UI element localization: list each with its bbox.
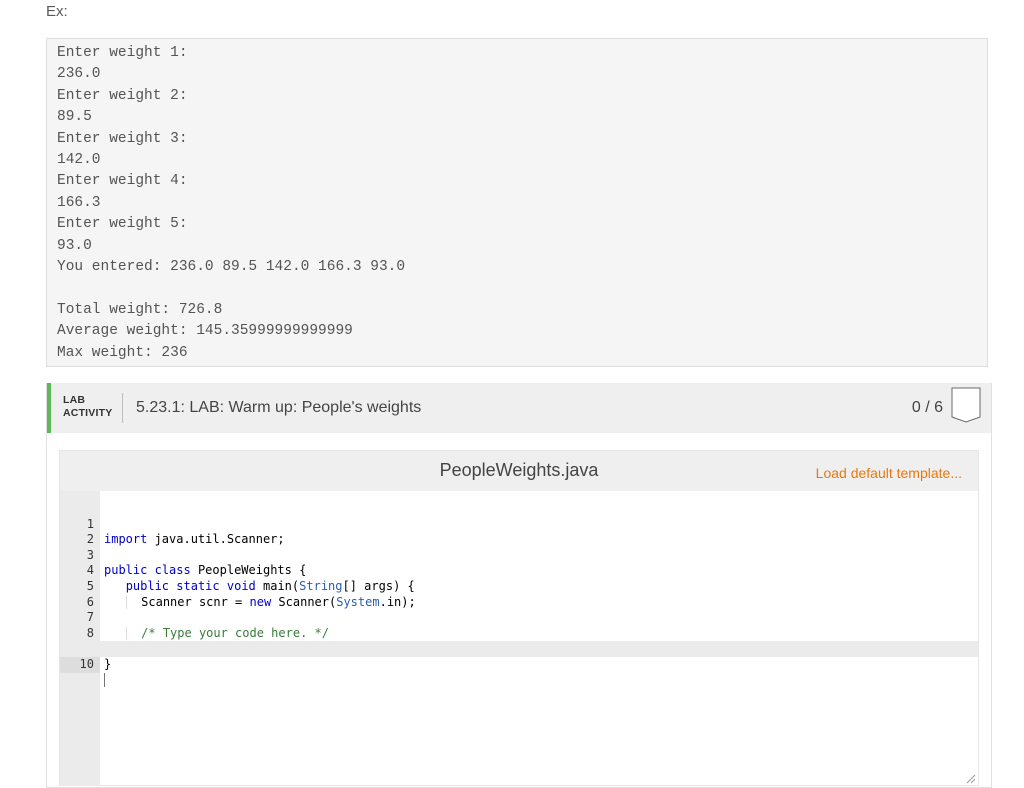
example-output-box: Enter weight 1: 236.0 Enter weight 2: 89… bbox=[46, 38, 988, 367]
score-badge-icon bbox=[951, 387, 981, 423]
lab-tag-line2: ACTIVITY bbox=[63, 407, 113, 419]
lab-activity-panel: LAB ACTIVITY 5.23.1: LAB: Warm up: Peopl… bbox=[46, 383, 992, 788]
lab-score: 0 / 6 bbox=[911, 399, 943, 416]
example-output-text: Enter weight 1: 236.0 Enter weight 2: 89… bbox=[57, 45, 406, 361]
code-line[interactable]: 5 Scanner scnr = new Scanner(System.in); bbox=[60, 563, 978, 609]
code-line[interactable]: 2 bbox=[60, 517, 978, 546]
code-line[interactable]: 3 public class PeopleWeights { bbox=[60, 532, 978, 578]
code-line[interactable]: 1 import java.util.Scanner; bbox=[60, 501, 978, 547]
editor-header: PeopleWeights.java Load default template… bbox=[60, 451, 978, 491]
header-divider bbox=[122, 393, 123, 423]
code-editor: PeopleWeights.java Load default template… bbox=[59, 450, 979, 786]
text-cursor bbox=[104, 673, 105, 688]
code-line-active[interactable]: 10 bbox=[60, 641, 978, 688]
lab-header: LAB ACTIVITY 5.23.1: LAB: Warm up: Peopl… bbox=[47, 383, 991, 433]
code-line[interactable]: 6 bbox=[60, 579, 978, 609]
code-line[interactable]: 9 } bbox=[60, 626, 978, 671]
code-lines[interactable]: 1 import java.util.Scanner; 2 3 public c… bbox=[60, 501, 978, 688]
lab-tag-line1: LAB bbox=[63, 394, 86, 406]
resize-grip-icon[interactable] bbox=[964, 772, 976, 784]
line-number: 10 bbox=[60, 656, 100, 673]
example-label: Ex: bbox=[46, 3, 68, 20]
load-default-template-link[interactable]: Load default template... bbox=[816, 465, 962, 481]
code-line[interactable]: 8 } bbox=[60, 610, 978, 656]
code-line[interactable]: 4 public static void main(String[] args)… bbox=[60, 548, 978, 593]
lab-title: 5.23.1: LAB: Warm up: People's weights bbox=[136, 399, 422, 416]
lab-activity-tag: LAB ACTIVITY bbox=[63, 394, 112, 420]
code-area[interactable]: 1 import java.util.Scanner; 2 3 public c… bbox=[60, 491, 978, 786]
code-line[interactable]: 7 /* Type your code here. */ bbox=[60, 595, 978, 640]
